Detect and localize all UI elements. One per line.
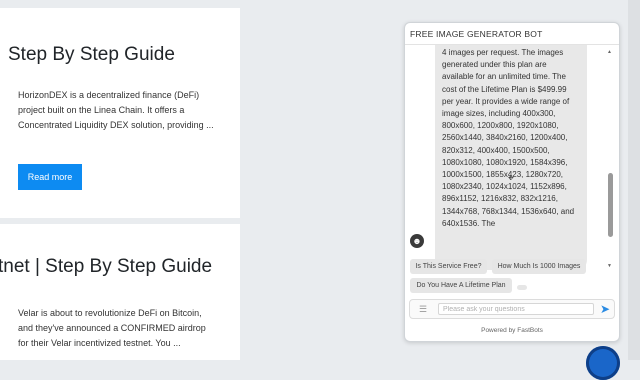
- chatbot-title: FREE IMAGE GENERATOR BOT: [405, 23, 619, 45]
- menu-icon[interactable]: ☰: [419, 305, 427, 314]
- article-title[interactable]: tnet | Step By Step Guide: [0, 256, 212, 278]
- powered-by-label: Powered by FastBots: [481, 327, 543, 334]
- suggestion-service-free[interactable]: Is This Service Free?: [410, 259, 487, 274]
- article-excerpt: HorizonDEX is a decentralized finance (D…: [18, 90, 214, 130]
- chat-launcher-icon[interactable]: [586, 346, 620, 380]
- cursor-icon: ⌖: [508, 173, 514, 184]
- scroll-up-icon[interactable]: ▲: [607, 49, 612, 55]
- read-more-button[interactable]: Read more: [18, 164, 82, 190]
- suggestion-lifetime-plan[interactable]: Do You Have A Lifetime Plan: [410, 278, 512, 293]
- message-input[interactable]: [438, 303, 594, 315]
- scroll-down-icon[interactable]: ▼: [607, 263, 612, 269]
- suggestion-1000-images[interactable]: How Much Is 1000 Images: [492, 259, 586, 274]
- send-icon[interactable]: ➤: [600, 302, 610, 316]
- bot-avatar-icon: ☻: [410, 234, 424, 248]
- article-excerpt: Velar is about to revolutionize DeFi on …: [18, 308, 206, 348]
- article-card-velar: tnet | Step By Step Guide Velar is about…: [0, 224, 240, 360]
- chat-scrollbar-thumb[interactable]: [608, 173, 613, 237]
- page-scrollbar[interactable]: [628, 0, 640, 360]
- article-title[interactable]: Step By Step Guide: [8, 44, 175, 66]
- suggestion-more[interactable]: [517, 285, 527, 290]
- bot-message: 4 images per request. The images generat…: [435, 45, 587, 270]
- chat-input-bar: ☰ ➤: [409, 299, 615, 319]
- article-card-horizondex: Step By Step Guide HorizonDEX is a decen…: [0, 8, 240, 218]
